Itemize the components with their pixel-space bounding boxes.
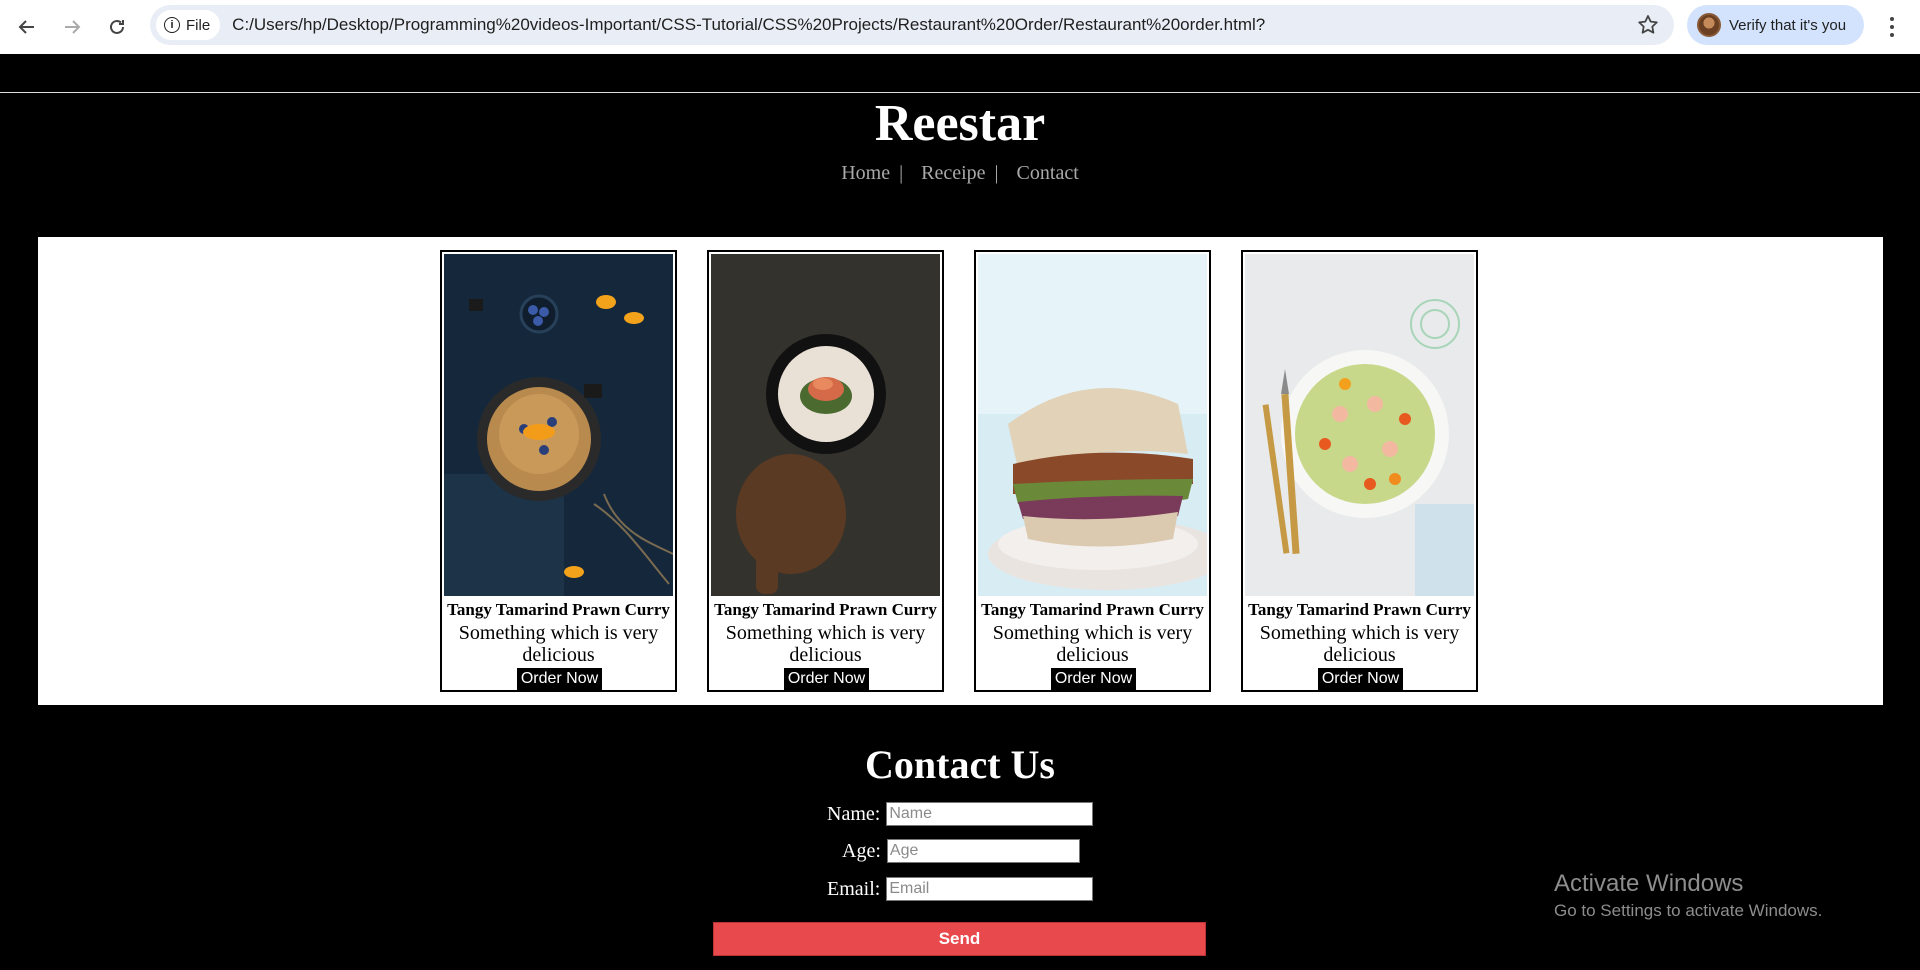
nav-link-receipe[interactable]: Receipe: [912, 162, 994, 185]
food-photo-sandwich: [978, 254, 1207, 596]
age-label: Age:: [842, 839, 881, 862]
order-now-button[interactable]: Order Now: [784, 668, 869, 690]
nav-link-home[interactable]: Home: [832, 162, 899, 185]
food-photo-salad: [1245, 254, 1474, 596]
send-button[interactable]: Send: [713, 922, 1206, 956]
arrow-right-icon: [65, 20, 81, 34]
site-nav: Home | Receipe | Contact: [0, 162, 1920, 185]
email-label: Email:: [827, 877, 881, 900]
more-vertical-icon: [1890, 17, 1894, 37]
watermark-subtitle: Go to Settings to activate Windows.: [1554, 901, 1823, 920]
menu-card: Tangy Tamarind Prawn Curry Something whi…: [974, 250, 1211, 692]
windows-activation-watermark: Activate Windows Go to Settings to activ…: [1554, 869, 1822, 923]
url-text[interactable]: C:/Users/hp/Desktop/Programming%20videos…: [232, 15, 1265, 35]
name-row: Name:: [827, 802, 1094, 826]
reload-icon: [110, 19, 124, 34]
dish-description: Something which is very delicious: [992, 622, 1193, 666]
dish-description: Something which is very delicious: [458, 622, 659, 666]
dish-name: Tangy Tamarind Prawn Curry: [447, 600, 670, 619]
nav-link-contact[interactable]: Contact: [1008, 162, 1088, 185]
browser-menu-button[interactable]: [1880, 12, 1904, 42]
menu-card: Tangy Tamarind Prawn Curry Something whi…: [1241, 250, 1478, 692]
dish-name: Tangy Tamarind Prawn Curry: [714, 600, 937, 619]
nav-separator: |: [899, 162, 904, 184]
browser-toolbar: i File C:/Users/hp/Desktop/Programming%2…: [0, 0, 1920, 54]
food-photo-oatmeal: [444, 254, 673, 596]
info-icon: i: [164, 17, 180, 33]
name-label: Name:: [827, 802, 881, 825]
dish-name: Tangy Tamarind Prawn Curry: [1248, 600, 1471, 619]
email-row: Email:: [827, 877, 1094, 901]
file-chip-label: File: [186, 16, 211, 34]
menu-card: Tangy Tamarind Prawn Curry Something whi…: [440, 250, 677, 692]
order-now-button[interactable]: Order Now: [1051, 668, 1136, 690]
site-info-chip[interactable]: i File: [156, 10, 221, 40]
star-icon: [1638, 15, 1658, 34]
forward-button[interactable]: [54, 9, 90, 45]
dish-description: Something which is very delicious: [1259, 622, 1460, 666]
dish-description: Something which is very delicious: [725, 622, 926, 666]
order-now-button[interactable]: Order Now: [1318, 668, 1403, 690]
age-input[interactable]: [886, 839, 1080, 863]
menu-card: Tangy Tamarind Prawn Curry Something whi…: [707, 250, 944, 692]
age-row: Age:: [842, 839, 1080, 863]
site-title: Reestar: [874, 95, 1046, 152]
profile-label: Verify that it's you: [1729, 16, 1847, 34]
avatar: [1697, 13, 1721, 37]
reload-button[interactable]: [99, 9, 135, 45]
contact-title: Contact Us: [865, 742, 1055, 787]
back-button[interactable]: [9, 9, 45, 45]
bookmark-star-button[interactable]: [1636, 13, 1660, 37]
email-input[interactable]: [886, 877, 1094, 901]
name-input[interactable]: [886, 802, 1094, 826]
watermark-title: Activate Windows: [1554, 870, 1744, 897]
nav-separator: |: [994, 162, 999, 184]
dish-name: Tangy Tamarind Prawn Curry: [981, 600, 1204, 619]
arrow-left-icon: [18, 20, 34, 34]
address-bar[interactable]: i File C:/Users/hp/Desktop/Programming%2…: [150, 5, 1674, 45]
order-now-button[interactable]: Order Now: [517, 668, 602, 690]
food-photo-salmon: [711, 254, 940, 596]
profile-button[interactable]: Verify that it's you: [1687, 5, 1864, 45]
menu-cards-section: Tangy Tamarind Prawn Curry Something whi…: [38, 237, 1883, 705]
